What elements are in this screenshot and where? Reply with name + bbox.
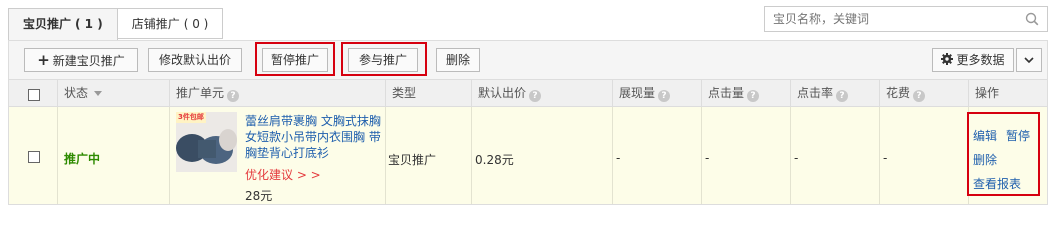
type-value: 宝贝推广 [388,153,437,167]
header-label: 花费 [886,86,911,100]
clicks-cell [701,107,790,204]
status-badge: 推广中 [64,152,101,166]
cost-value: - [883,151,888,165]
search-input[interactable] [765,7,1021,31]
help-icon[interactable]: ? [913,90,926,102]
pause-link[interactable]: 暂停 [1006,127,1030,144]
delete-link[interactable]: 删除 [973,151,997,168]
chevron-down-icon [1024,57,1034,64]
clicks-value: - [705,151,710,165]
button-label: 新建宝贝推广 [52,54,125,68]
row-checkbox[interactable] [28,151,40,163]
new-item-promotion-button[interactable]: + 新建宝贝推广 [24,48,138,72]
header-ctr: 点击率? [790,80,879,106]
cost-cell [879,107,968,204]
tab-label: 宝贝推广 [23,17,72,31]
header-label: 状态 [64,86,89,100]
thumb-badge: 3件包邮 [178,113,204,121]
header-cost: 花费? [879,80,968,106]
impressions-cell [612,107,701,204]
header-label: 默认出价 [478,86,527,100]
help-icon[interactable]: ? [836,90,849,102]
header-type: 类型 [385,80,471,106]
view-report-link[interactable]: 查看报表 [973,175,1021,192]
help-icon[interactable]: ? [529,90,542,102]
plus-icon: + [37,51,50,69]
edit-link[interactable]: 编辑 [973,127,997,144]
optimization-advice-link[interactable]: 优化建议 > > [245,166,321,183]
header-clicks: 点击量? [701,80,790,106]
sort-arrow-icon [94,91,103,96]
button-label: 更多数据 [956,53,1005,67]
tab-count: ( 0 ) [183,17,209,31]
pause-promotion-button[interactable]: 暂停推广 [262,48,328,72]
search-box [764,6,1048,32]
gear-icon [941,53,954,65]
header-default-bid: 默认出价? [471,80,612,106]
header-actions: 操作 [968,80,1048,106]
table-header: 状态 推广单元? 类型 默认出价? 展现量? 点击量? 点击率? 花费? 操作 [8,80,1048,107]
help-icon[interactable]: ? [227,90,240,102]
search-icon[interactable] [1025,12,1039,26]
tab-shop-promotion[interactable]: 店铺推广( 0 ) [116,8,224,39]
select-all-checkbox[interactable] [28,89,40,101]
join-promotion-button[interactable]: 参与推广 [348,48,418,72]
header-impressions: 展现量? [612,80,701,106]
header-label: 展现量 [619,86,656,100]
more-data-dropdown-button[interactable] [1016,48,1042,72]
header-label: 点击率 [797,86,834,100]
tab-label: 店铺推广 [131,17,180,31]
default-bid-value: 0.28元 [475,153,514,167]
header-label: 推广单元 [176,86,225,100]
help-icon[interactable]: ? [747,90,760,102]
header-label: 点击量 [708,86,745,100]
tab-item-promotion[interactable]: 宝贝推广( 1 ) [8,8,118,41]
header-label: 类型 [392,86,417,100]
help-icon[interactable]: ? [658,90,671,102]
header-status[interactable]: 状态 [57,80,169,106]
impressions-value: - [616,151,621,165]
tab-count: ( 1 ) [75,17,103,31]
modify-default-bid-button[interactable]: 修改默认出价 [148,48,242,72]
product-thumbnail[interactable]: 3件包邮 [176,112,237,172]
ctr-cell [790,107,879,204]
product-title-link[interactable]: 蕾丝肩带裹胸 文胸式抹胸女短款小吊带内衣围胸 带胸垫背心打底衫 [245,113,385,161]
header-label: 操作 [975,86,1000,100]
product-price: 28元 [245,189,273,203]
tab-bar: 宝贝推广( 1 ) 店铺推广( 0 ) [8,8,224,41]
more-data-button[interactable]: 更多数据 [932,48,1014,72]
delete-button[interactable]: 删除 [436,48,480,72]
header-promotion-unit: 推广单元? [169,80,385,106]
table-row [8,107,1048,205]
ctr-value: - [794,151,799,165]
